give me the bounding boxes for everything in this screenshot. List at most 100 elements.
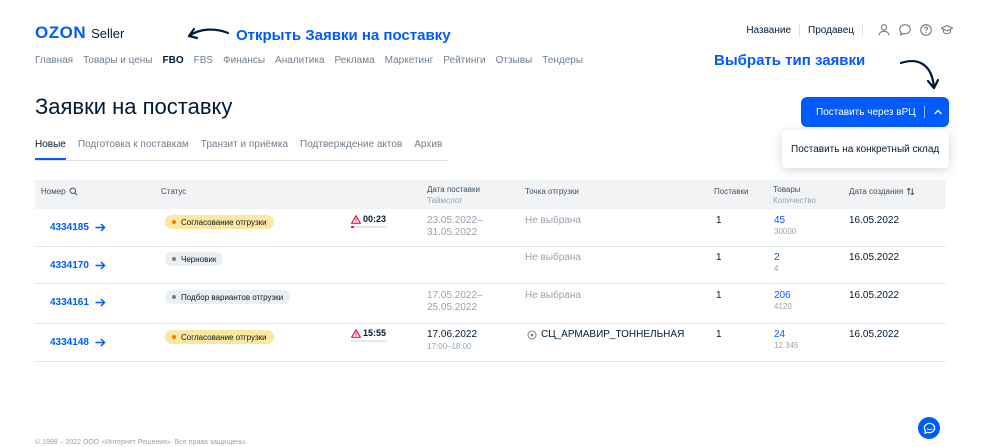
created-date: 16.05.2022 bbox=[849, 252, 900, 263]
status-badge: Подбор вариантов отгрузки bbox=[165, 290, 291, 304]
nav-item-products[interactable]: Товары и цены bbox=[83, 55, 152, 66]
status-tabs: Новые Подготовка к поставкам Транзит и п… bbox=[35, 139, 454, 160]
date-line-2: 25.05.2022 bbox=[427, 302, 478, 313]
nav-item-ads[interactable]: Реклама bbox=[335, 55, 375, 66]
header-date: Дата поставки Таймслот bbox=[427, 185, 480, 205]
tab-archive[interactable]: Архив bbox=[414, 139, 442, 160]
created-date: 16.05.2022 bbox=[849, 329, 900, 340]
supplies-count: 1 bbox=[716, 252, 722, 263]
nav-item-home[interactable]: Главная bbox=[35, 55, 73, 66]
location-pin-icon bbox=[527, 330, 537, 339]
goods-cell: 206 4120 bbox=[774, 290, 792, 312]
nav-item-tenders[interactable]: Тендеры bbox=[542, 55, 583, 66]
shipping-point-name: СЦ_АРМАВИР_ТОННЕЛЬНАЯ bbox=[541, 329, 685, 340]
status-dot bbox=[172, 257, 176, 261]
tab-transit[interactable]: Транзит и приёмка bbox=[201, 139, 288, 160]
nav-item-finance[interactable]: Финансы bbox=[223, 55, 265, 66]
button-divider bbox=[923, 106, 925, 118]
warning-icon bbox=[351, 214, 361, 224]
goods-link[interactable]: 24 bbox=[774, 329, 785, 340]
role-label[interactable]: Продавец bbox=[808, 25, 854, 36]
goods-quantity: 4 bbox=[774, 264, 779, 273]
header-divider bbox=[862, 23, 863, 37]
tab-preparation[interactable]: Подготовка к поставкам bbox=[78, 139, 189, 160]
education-icon[interactable] bbox=[940, 23, 954, 37]
tab-new[interactable]: Новые bbox=[35, 139, 66, 160]
tab-acts[interactable]: Подтверждение актов bbox=[300, 139, 402, 160]
nav-item-fbo[interactable]: FBO bbox=[163, 55, 184, 66]
header-date-label: Дата поставки bbox=[427, 185, 480, 194]
user-icon[interactable] bbox=[877, 23, 891, 37]
date-line-2: 31.05.2022 bbox=[427, 227, 478, 238]
page-title: Заявки на поставку bbox=[35, 94, 233, 119]
order-link[interactable]: 4334185 bbox=[50, 222, 106, 233]
header-divider bbox=[799, 23, 801, 37]
shipping-point: Не выбрана bbox=[525, 215, 581, 226]
header-status: Статус bbox=[161, 187, 187, 196]
table-row[interactable]: 4334170 Черновик Не выбрана 1 2 4 16.05.… bbox=[35, 247, 946, 284]
status-label: Черновик bbox=[181, 254, 217, 264]
header-number-label: Номер bbox=[41, 187, 66, 196]
date-line: 17.06.2022 bbox=[427, 329, 478, 340]
date-line: 23.05.2022– bbox=[427, 215, 483, 226]
dropdown-item-specific-warehouse[interactable]: Поставить на конкретный склад bbox=[782, 130, 949, 168]
status-badge: Согласование отгрузки bbox=[165, 215, 274, 229]
supplies-count: 1 bbox=[716, 329, 722, 340]
goods-link[interactable]: 2 bbox=[774, 252, 780, 263]
order-link[interactable]: 4334170 bbox=[50, 260, 106, 271]
arrow-left-annotation-icon bbox=[187, 27, 230, 40]
order-link[interactable]: 4334148 bbox=[50, 337, 106, 348]
header-supplies: Поставки bbox=[714, 187, 749, 196]
sort-icon[interactable] bbox=[906, 187, 915, 196]
arrow-right-icon bbox=[95, 223, 106, 232]
supply-via-vrc-button[interactable]: Поставить через вРЦ bbox=[801, 97, 949, 127]
header-account: Название Продавец bbox=[746, 23, 954, 37]
goods-quantity: 4120 bbox=[774, 302, 792, 311]
goods-cell: 2 4 bbox=[774, 252, 780, 274]
footer-copyright: © 1998 – 2022 ООО «Интернет Решения». Вс… bbox=[35, 439, 247, 446]
header-goods-label: Товары bbox=[773, 185, 801, 194]
nav-item-reviews[interactable]: Отзывы bbox=[496, 55, 533, 66]
header-goods: Товары Количество bbox=[773, 185, 816, 205]
search-icon[interactable] bbox=[69, 187, 78, 196]
timer-value: 15:55 bbox=[363, 328, 387, 338]
timer-progress bbox=[351, 340, 387, 342]
nav-item-ratings[interactable]: Рейтинги bbox=[443, 55, 485, 66]
goods-link[interactable]: 45 bbox=[774, 215, 785, 226]
order-link[interactable]: 4334161 bbox=[50, 297, 106, 308]
header-created[interactable]: Дата создания bbox=[849, 187, 915, 196]
table-header: Номер Статус Дата поставки Таймслот Точк… bbox=[35, 180, 946, 209]
goods-cell: 24 12 345 bbox=[774, 329, 798, 351]
shipping-point: Не выбрана bbox=[525, 290, 581, 301]
created-date: 16.05.2022 bbox=[849, 215, 900, 226]
status-label: Согласование отгрузки bbox=[181, 217, 267, 227]
ozon-seller-logo[interactable]: OZON Seller bbox=[35, 23, 124, 43]
goods-link[interactable]: 206 bbox=[774, 290, 791, 301]
chat-icon[interactable] bbox=[898, 23, 912, 37]
table-row[interactable]: 4334185 Согласование отгрузки 00:23 23.0… bbox=[35, 209, 946, 247]
deadline-timer: 15:55 bbox=[351, 328, 387, 342]
nav-item-analytics[interactable]: Аналитика bbox=[275, 55, 325, 66]
header-number[interactable]: Номер bbox=[41, 187, 78, 196]
table-row[interactable]: 4334148 Согласование отгрузки 15:55 17.0… bbox=[35, 324, 946, 362]
shipping-point: Не выбрана bbox=[525, 252, 581, 263]
help-icon[interactable] bbox=[919, 23, 933, 37]
goods-cell: 45 30000 bbox=[774, 215, 796, 237]
status-dot bbox=[172, 220, 176, 224]
status-label: Подбор вариантов отгрузки bbox=[181, 292, 284, 302]
header-created-label: Дата создания bbox=[849, 187, 904, 196]
supply-button-label: Поставить через вРЦ bbox=[816, 106, 916, 118]
table-row[interactable]: 4334161 Подбор вариантов отгрузки 17.05.… bbox=[35, 284, 946, 324]
arrow-right-icon bbox=[95, 338, 106, 347]
timer-value: 00:23 bbox=[363, 214, 387, 224]
order-number: 4334148 bbox=[50, 337, 89, 348]
supply-date: 23.05.2022– 31.05.2022 bbox=[427, 215, 483, 239]
support-chat-button[interactable] bbox=[918, 417, 940, 439]
chevron-up-icon[interactable] bbox=[933, 107, 943, 117]
arrow-right-icon bbox=[95, 298, 106, 307]
nav-item-fbs[interactable]: FBS bbox=[194, 55, 213, 66]
main-nav: Главная Товары и цены FBO FBS Финансы Ан… bbox=[35, 55, 593, 66]
nav-item-marketing[interactable]: Маркетинг bbox=[385, 55, 434, 66]
arrow-down-annotation-icon bbox=[899, 60, 940, 90]
company-name[interactable]: Название bbox=[746, 25, 791, 36]
